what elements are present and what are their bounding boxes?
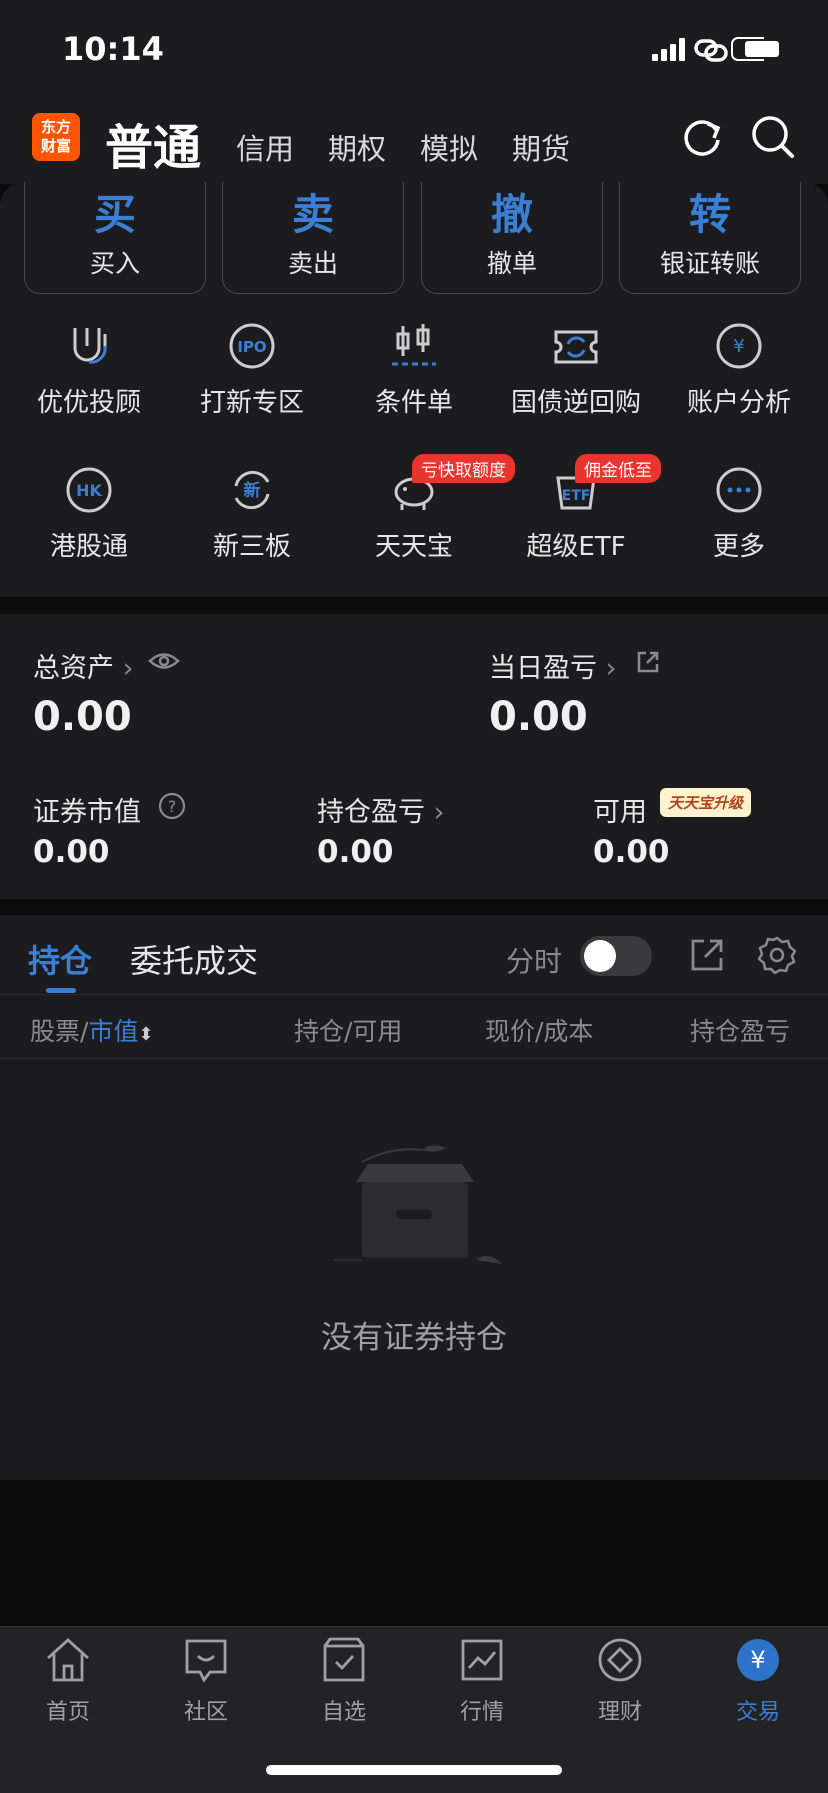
youyou-icon bbox=[73, 328, 107, 364]
share-icon[interactable] bbox=[636, 650, 660, 674]
tab-futures[interactable]: 期货 bbox=[512, 126, 570, 168]
svg-text:¥: ¥ bbox=[750, 1646, 765, 1674]
community-icon bbox=[185, 1639, 227, 1683]
available-value: 0.00 bbox=[593, 834, 670, 870]
daily-pl-link[interactable]: 当日盈亏 › bbox=[489, 646, 616, 685]
grid-item-hk-connect[interactable]: HK 港股通 bbox=[7, 466, 171, 563]
nav-community[interactable]: 社区 bbox=[146, 1636, 266, 1726]
help-icon[interactable]: ? bbox=[158, 792, 186, 820]
tab-credit[interactable]: 信用 bbox=[236, 126, 294, 168]
nav-home[interactable]: 首页 bbox=[8, 1636, 128, 1726]
eye-icon[interactable] bbox=[148, 650, 180, 672]
column-pl[interactable]: 持仓盈亏 bbox=[690, 1012, 800, 1048]
svg-text:?: ? bbox=[168, 797, 177, 816]
column-position[interactable]: 持仓/可用 bbox=[294, 1012, 402, 1048]
repo-icon bbox=[554, 330, 598, 364]
divider bbox=[0, 994, 828, 995]
svg-text:IPO: IPO bbox=[237, 338, 266, 356]
column-price[interactable]: 现价/成本 bbox=[485, 1012, 593, 1048]
tab-indicator bbox=[46, 988, 76, 993]
tiantianbao-upgrade-badge[interactable]: 天天宝升级 bbox=[660, 788, 752, 817]
tab-options[interactable]: 期权 bbox=[328, 126, 386, 168]
bank-transfer-button[interactable]: 转银证转账 bbox=[619, 182, 801, 294]
position-pl-value: 0.00 bbox=[317, 834, 394, 870]
intraday-toggle-label: 分时 bbox=[506, 945, 563, 978]
position-pl-link[interactable]: 持仓盈亏 › bbox=[317, 790, 444, 829]
refresh-icon[interactable] bbox=[680, 116, 724, 160]
market-value: 0.00 bbox=[33, 834, 110, 870]
grid-item-new-third-board[interactable]: 新 新三板 bbox=[170, 466, 334, 563]
app-logo: 东方 财富 bbox=[32, 113, 80, 161]
total-assets-link[interactable]: 总资产 › bbox=[33, 646, 133, 685]
tab-normal[interactable]: 普通 bbox=[105, 108, 201, 178]
ipo-icon: IPO bbox=[229, 323, 275, 369]
tab-orders[interactable]: 委托成交 bbox=[130, 936, 258, 982]
available-label: 可用 bbox=[593, 797, 647, 828]
nav-market[interactable]: 行情 bbox=[422, 1636, 542, 1726]
grid-item-account-analysis[interactable]: ¥ 账户分析 bbox=[657, 322, 821, 419]
battery-icon bbox=[745, 41, 779, 57]
intraday-toggle[interactable] bbox=[580, 936, 652, 976]
empty-holdings-text: 没有证券持仓 bbox=[321, 1320, 507, 1356]
svg-text:ETF: ETF bbox=[562, 488, 591, 504]
total-assets-value: 0.00 bbox=[33, 694, 132, 740]
export-icon[interactable] bbox=[690, 938, 724, 972]
candlestick-icon bbox=[392, 324, 436, 366]
column-stock[interactable]: 股票/市值⬍ bbox=[30, 1012, 154, 1048]
svg-text:¥: ¥ bbox=[733, 336, 744, 357]
grid-item-youyou[interactable]: 优优投顾 bbox=[7, 322, 171, 419]
status-time: 10:14 bbox=[62, 30, 164, 68]
nav-watchlist[interactable]: 自选 bbox=[284, 1636, 404, 1726]
watchlist-icon bbox=[323, 1637, 365, 1682]
tab-holdings[interactable]: 持仓 bbox=[28, 936, 92, 982]
home-indicator bbox=[266, 1765, 562, 1775]
trade-icon: ¥ bbox=[737, 1639, 779, 1681]
daily-pl-value: 0.00 bbox=[489, 694, 588, 740]
tiantianbao-badge: 亏快取额度 bbox=[412, 454, 515, 483]
grid-item-reverse-repo[interactable]: 国债逆回购 bbox=[494, 322, 658, 419]
hk-icon: HK bbox=[66, 467, 112, 513]
wealth-icon bbox=[598, 1638, 642, 1682]
account-analysis-icon: ¥ bbox=[716, 323, 762, 369]
new-board-icon: 新 bbox=[234, 470, 270, 510]
super-etf-badge: 佣金低至 bbox=[575, 454, 661, 483]
search-icon[interactable] bbox=[750, 114, 796, 160]
grid-item-more[interactable]: 更多 bbox=[657, 466, 821, 563]
svg-text:HK: HK bbox=[76, 481, 102, 500]
market-value-label: 证券市值 bbox=[33, 797, 141, 828]
cancel-order-button[interactable]: 撤撤单 bbox=[421, 182, 603, 294]
more-icon bbox=[716, 467, 762, 513]
grid-item-ipo[interactable]: IPO 打新专区 bbox=[170, 322, 334, 419]
empty-box-icon bbox=[334, 1145, 502, 1264]
buy-button[interactable]: 买买入 bbox=[24, 182, 206, 294]
divider bbox=[0, 1058, 828, 1059]
settings-icon[interactable] bbox=[758, 936, 796, 974]
sell-button[interactable]: 卖卖出 bbox=[222, 182, 404, 294]
nav-wealth[interactable]: 理财 bbox=[560, 1636, 680, 1726]
market-icon bbox=[461, 1639, 503, 1681]
home-icon bbox=[47, 1638, 89, 1682]
tab-simulation[interactable]: 模拟 bbox=[420, 126, 478, 168]
svg-text:新: 新 bbox=[244, 480, 261, 501]
nav-trade[interactable]: ¥ 交易 bbox=[698, 1636, 818, 1726]
grid-item-conditional-order[interactable]: 条件单 bbox=[332, 322, 496, 419]
